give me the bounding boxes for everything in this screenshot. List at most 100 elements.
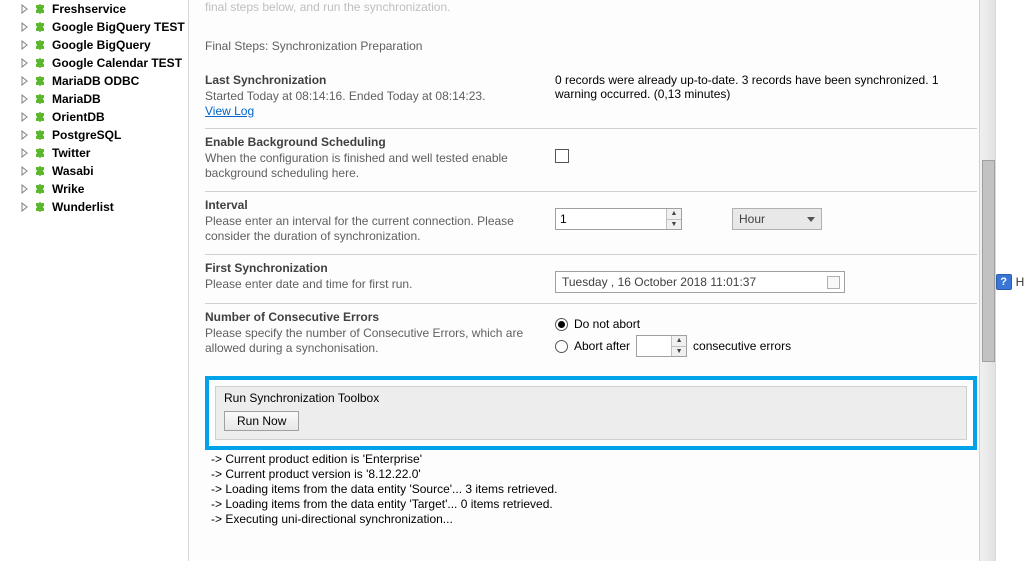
radio-abort-after[interactable] [555, 340, 568, 353]
help-panel: ? H [995, 0, 1024, 561]
radio-abort-pre: Abort after [574, 339, 630, 353]
expand-icon[interactable] [20, 76, 30, 86]
bg-sched-row: Enable Background Scheduling When the co… [205, 135, 977, 181]
first-sync-row: First Synchronization Please enter date … [205, 261, 977, 293]
expand-icon[interactable] [20, 58, 30, 68]
abort-count-input[interactable] [637, 336, 671, 356]
last-sync-summary: 0 records were already up-to-date. 3 rec… [555, 73, 977, 101]
log-line: -> Executing uni-directional synchroniza… [205, 512, 977, 527]
radio-do-not-abort[interactable] [555, 318, 568, 331]
sidebar-item[interactable]: PostgreSQL [0, 126, 188, 144]
expand-icon[interactable] [20, 40, 30, 50]
first-sync-desc: Please enter date and time for first run… [205, 277, 555, 292]
sync-toolbox-highlight: Run Synchronization Toolbox Run Now [205, 376, 977, 450]
connector-icon [34, 56, 48, 70]
first-sync-value: Tuesday , 16 October 2018 11:01:37 [562, 275, 756, 289]
calendar-dropdown-icon[interactable] [827, 276, 840, 289]
sidebar-item-label: Wunderlist [52, 200, 114, 214]
connector-icon [34, 128, 48, 142]
truncated-text: final steps below, and run the synchroni… [205, 0, 977, 15]
sidebar-item-label: OrientDB [52, 110, 105, 124]
sidebar-item-label: Google BigQuery [52, 38, 151, 52]
expand-icon[interactable] [20, 22, 30, 32]
bg-sched-desc: When the configuration is finished and w… [205, 151, 555, 181]
sidebar-item[interactable]: MariaDB ODBC [0, 72, 188, 90]
expand-icon[interactable] [20, 184, 30, 194]
expand-icon[interactable] [20, 130, 30, 140]
sidebar-item-label: PostgreSQL [52, 128, 121, 142]
log-line: -> Loading items from the data entity 'T… [205, 497, 977, 512]
sidebar-item[interactable]: Wrike [0, 180, 188, 198]
toolbox-title: Run Synchronization Toolbox [216, 387, 966, 407]
cons-err-title: Number of Consecutive Errors [205, 310, 555, 324]
connector-icon [34, 200, 48, 214]
sidebar-item-label: Twitter [52, 146, 90, 160]
sidebar-item[interactable]: Twitter [0, 144, 188, 162]
log-output: -> Current product edition is 'Enterpris… [205, 452, 977, 527]
sidebar-item[interactable]: Google BigQuery TEST [0, 18, 188, 36]
interval-unit-dropdown[interactable]: Hour [732, 208, 822, 230]
consecutive-errors-row: Number of Consecutive Errors Please spec… [205, 310, 977, 358]
interval-down[interactable]: ▼ [667, 220, 681, 230]
interval-up[interactable]: ▲ [667, 209, 681, 220]
sidebar-item-label: Google BigQuery TEST [52, 20, 185, 34]
sidebar-item-label: Wrike [52, 182, 84, 196]
connector-icon [34, 146, 48, 160]
expand-icon[interactable] [20, 166, 30, 176]
interval-desc: Please enter an interval for the current… [205, 214, 555, 244]
expand-icon[interactable] [20, 94, 30, 104]
sidebar-item[interactable]: Google BigQuery [0, 36, 188, 54]
connector-icon [34, 2, 48, 16]
run-now-button[interactable]: Run Now [224, 411, 299, 431]
interval-spinner[interactable]: ▲ ▼ [555, 208, 682, 230]
last-sync-row: Last Synchronization Started Today at 08… [205, 73, 977, 118]
log-line: -> Current product version is '8.12.22.0… [205, 467, 977, 482]
help-icon[interactable]: ? [996, 274, 1012, 290]
interval-row: Interval Please enter an interval for th… [205, 198, 977, 244]
log-line: -> Current product edition is 'Enterpris… [205, 452, 977, 467]
sidebar-item-label: Google Calendar TEST [52, 56, 182, 70]
last-sync-desc: Started Today at 08:14:16. Ended Today a… [205, 89, 555, 104]
first-sync-title: First Synchronization [205, 261, 555, 275]
final-steps-heading: Final Steps: Synchronization Preparation [205, 39, 977, 53]
radio-abort-post: consecutive errors [693, 339, 791, 353]
last-sync-title: Last Synchronization [205, 73, 555, 87]
sidebar-item[interactable]: Wasabi [0, 162, 188, 180]
connector-icon [34, 164, 48, 178]
expand-icon[interactable] [20, 112, 30, 122]
sidebar-item[interactable]: OrientDB [0, 108, 188, 126]
interval-input[interactable] [556, 209, 666, 229]
abort-count-spinner[interactable]: ▲ ▼ [636, 335, 687, 357]
sidebar-item-label: MariaDB [52, 92, 101, 106]
interval-title: Interval [205, 198, 555, 212]
log-line: -> Loading items from the data entity 'S… [205, 482, 977, 497]
expand-icon[interactable] [20, 148, 30, 158]
connector-icon [34, 92, 48, 106]
expand-icon[interactable] [20, 202, 30, 212]
abort-up[interactable]: ▲ [672, 336, 686, 347]
bg-sched-checkbox[interactable] [555, 149, 569, 163]
sidebar-item[interactable]: Freshservice [0, 0, 188, 18]
connector-icon [34, 20, 48, 34]
connector-icon [34, 182, 48, 196]
first-sync-datetime[interactable]: Tuesday , 16 October 2018 11:01:37 [555, 271, 845, 293]
connector-icon [34, 74, 48, 88]
radio-do-not-abort-label: Do not abort [574, 317, 640, 331]
help-label: H [1016, 275, 1024, 289]
sidebar-item-label: Wasabi [52, 164, 94, 178]
expand-icon[interactable] [20, 4, 30, 14]
view-log-link[interactable]: View Log [205, 104, 254, 118]
sidebar-item[interactable]: MariaDB [0, 90, 188, 108]
connector-icon [34, 110, 48, 124]
interval-unit-label: Hour [739, 212, 765, 226]
sidebar-item-label: MariaDB ODBC [52, 74, 139, 88]
sidebar-item-label: Freshservice [52, 2, 126, 16]
sidebar: Freshservice Google BigQuery TEST Google B… [0, 0, 188, 561]
bg-sched-title: Enable Background Scheduling [205, 135, 555, 149]
sidebar-item[interactable]: Wunderlist [0, 198, 188, 216]
connector-icon [34, 38, 48, 52]
sidebar-item[interactable]: Google Calendar TEST [0, 54, 188, 72]
cons-err-desc: Please specify the number of Consecutive… [205, 326, 555, 356]
main-panel: final steps below, and run the synchroni… [188, 0, 995, 561]
abort-down[interactable]: ▼ [672, 347, 686, 357]
